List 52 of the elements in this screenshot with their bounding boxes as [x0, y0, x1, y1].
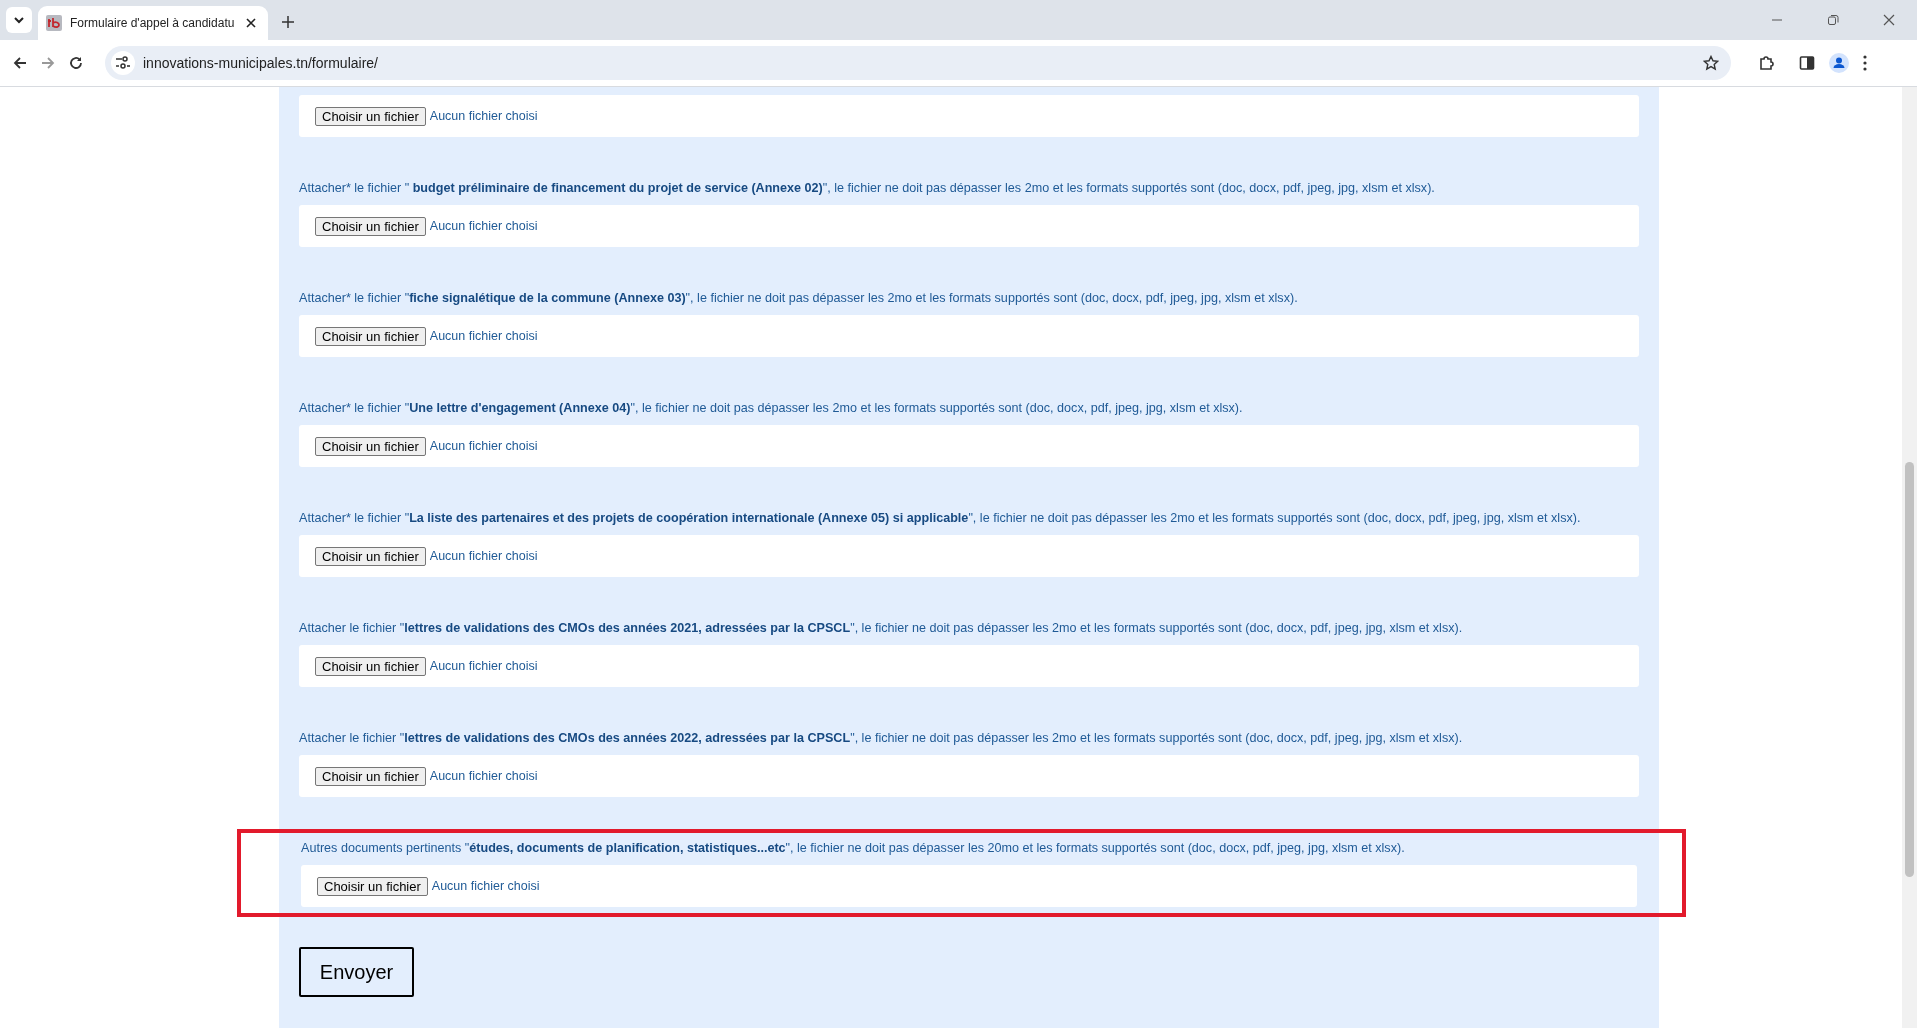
close-icon[interactable]: [246, 18, 256, 28]
choose-file-button[interactable]: Choisir un fichier: [315, 546, 426, 566]
file-status-text: Aucun fichier choisi: [429, 109, 538, 123]
back-arrow-icon[interactable]: [13, 56, 27, 70]
choose-file-button[interactable]: Choisir un fichier: [315, 766, 426, 786]
field-label: Attacher* le fichier " budget préliminaire de financement du projet de service (Annexe 02)", le fichier ne doit pas dépasser les 2mo et les formats supportés sont (doc, docx, pdf, jpeg, jpg, xlsm et xlsx).: [299, 181, 1436, 195]
field-label: Attacher* le fichier "Une lettre d'engagement (Annexe 04)", le fichier ne doit pas dépasser les 2mo et les formats supportés sont (doc, docx, pdf, jpeg, jpg, xlsm et xlsx).: [299, 401, 1244, 415]
file-status-text: Aucun fichier choisi: [429, 439, 538, 453]
browser-tab[interactable]: Formulaire d'appel à candidatu: [38, 6, 268, 40]
tab-search-button[interactable]: [6, 7, 32, 33]
file-status-text: Aucun fichier choisi: [429, 329, 538, 343]
submit-button[interactable]: Envoyer: [299, 947, 414, 997]
chevron-down-icon: [13, 16, 25, 24]
field-label: Autres documents pertinents "études, documents de planification, statistiques...etc", le fichier ne doit pas dépasser les 20mo et les formats supportés sont (doc, docx, pdf, jpeg, jpg, xlsm et xlsx).: [301, 841, 1406, 855]
reload-icon[interactable]: [69, 56, 83, 70]
more-menu-icon[interactable]: [1863, 55, 1867, 71]
choose-file-button[interactable]: Choisir un fichier: [315, 326, 426, 346]
choose-file-button[interactable]: Choisir un fichier: [315, 436, 426, 456]
puzzle-piece-icon[interactable]: [1759, 55, 1775, 71]
profile-avatar-icon[interactable]: [1829, 53, 1849, 73]
field-label: Attacher le fichier "lettres de validations des CMOs des années 2022, adressées par la CPSCL", le fichier ne doit pas dépasser les 2mo et les formats supportés sont (doc, docx, pdf, jpeg, jpg, xlsm et xlsx).: [299, 731, 1464, 745]
field-label: Attacher le fichier "lettres de validations des CMOs des années 2021, adressées par la CPSCL", le fichier ne doit pas dépasser les 2mo et les formats supportés sont (doc, docx, pdf, jpeg, jpg, xlsm et xlsx).: [299, 621, 1464, 635]
star-icon[interactable]: [1703, 55, 1719, 71]
file-input-field[interactable]: Choisir un fichier Aucun fichier choisi: [299, 95, 1639, 137]
file-input-field[interactable]: Choisir un fichier Aucun fichier choisi: [299, 425, 1639, 467]
file-input-field[interactable]: Choisir un fichier Aucun fichier choisi: [299, 205, 1639, 247]
scrollbar-thumb[interactable]: [1905, 462, 1914, 877]
file-input-field[interactable]: Choisir un fichier Aucun fichier choisi: [299, 315, 1639, 357]
tab-title: Formulaire d'appel à candidatu: [70, 16, 236, 30]
forward-arrow-icon[interactable]: [41, 56, 55, 70]
field-label: Attacher* le fichier "La liste des partenaires et des projets de coopération internationale (Annexe 05) si applicable", le fichier ne doit pas dépasser les 2mo et les formats supportés sont (doc, docx, pdf, jpeg, jpg, xlsm et xlsx).: [299, 511, 1582, 525]
address-bar[interactable]: innovations-municipales.tn/formulaire/: [105, 46, 1731, 80]
url-text: innovations-municipales.tn/formulaire/: [143, 55, 378, 71]
restore-icon[interactable]: [1827, 14, 1839, 26]
new-tab-icon[interactable]: [282, 16, 294, 28]
choose-file-button[interactable]: Choisir un fichier: [315, 216, 426, 236]
site-settings-icon[interactable]: [115, 56, 131, 70]
file-input-field[interactable]: Choisir un fichier Aucun fichier choisi: [301, 865, 1637, 907]
choose-file-button[interactable]: Choisir un fichier: [317, 876, 428, 896]
file-input-field[interactable]: Choisir un fichier Aucun fichier choisi: [299, 535, 1639, 577]
field-label: Attacher* le fichier "fiche signalétique de la commune (Annexe 03)", le fichier ne doit pas dépasser les 2mo et les formats supportés sont (doc, docx, pdf, jpeg, jpg, xlsm et xlsx).: [299, 291, 1299, 305]
file-status-text: Aucun fichier choisi: [429, 219, 538, 233]
file-status-text: Aucun fichier choisi: [429, 769, 538, 783]
file-status-text: Aucun fichier choisi: [429, 659, 538, 673]
choose-file-button[interactable]: Choisir un fichier: [315, 656, 426, 676]
site-logo-icon: [46, 15, 62, 31]
file-input-field[interactable]: Choisir un fichier Aucun fichier choisi: [299, 645, 1639, 687]
choose-file-button[interactable]: Choisir un fichier: [315, 106, 426, 126]
side-panel-icon[interactable]: [1799, 55, 1815, 71]
file-status-text: Aucun fichier choisi: [431, 879, 540, 893]
file-input-field[interactable]: Choisir un fichier Aucun fichier choisi: [299, 755, 1639, 797]
file-status-text: Aucun fichier choisi: [429, 549, 538, 563]
